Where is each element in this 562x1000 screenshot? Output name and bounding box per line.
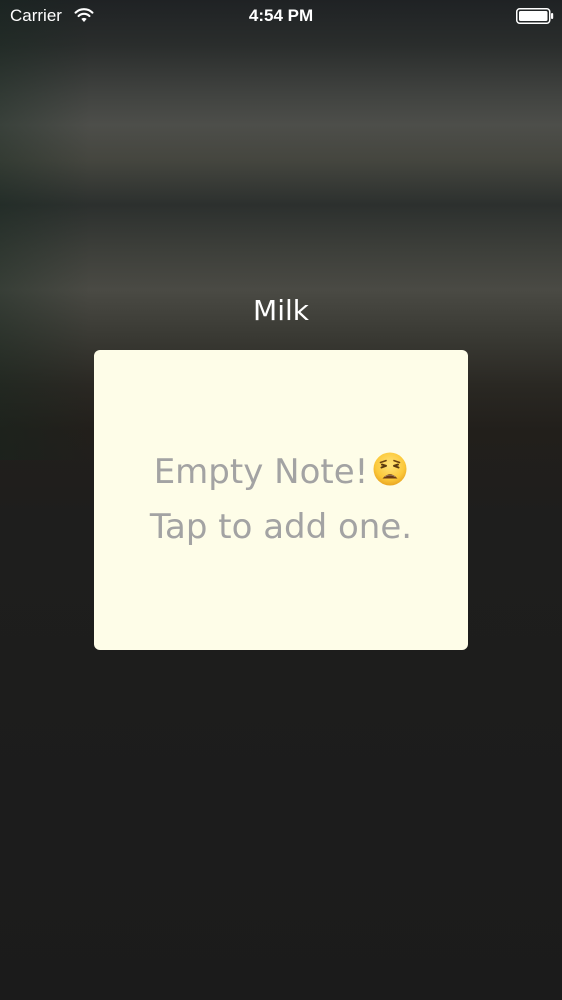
empty-note-text: Empty Note!: [153, 452, 369, 492]
battery-full-icon: [516, 8, 554, 24]
note-screen: Carrier 4:54 PM Milk Empty Note! Tap to …: [0, 0, 562, 1000]
status-bar: Carrier 4:54 PM: [0, 0, 562, 32]
note-card[interactable]: Empty Note! Tap to add one.: [94, 350, 468, 650]
clock-time: 4:54 PM: [248, 6, 314, 25]
empty-note-message: Empty Note! Tap to add one.: [150, 447, 412, 553]
note-title: Milk: [253, 294, 309, 327]
empty-note-hint: Tap to add one.: [149, 507, 413, 547]
weary-face-emoji-icon: [372, 451, 408, 502]
empty-note-line: Empty Note!: [150, 447, 412, 502]
